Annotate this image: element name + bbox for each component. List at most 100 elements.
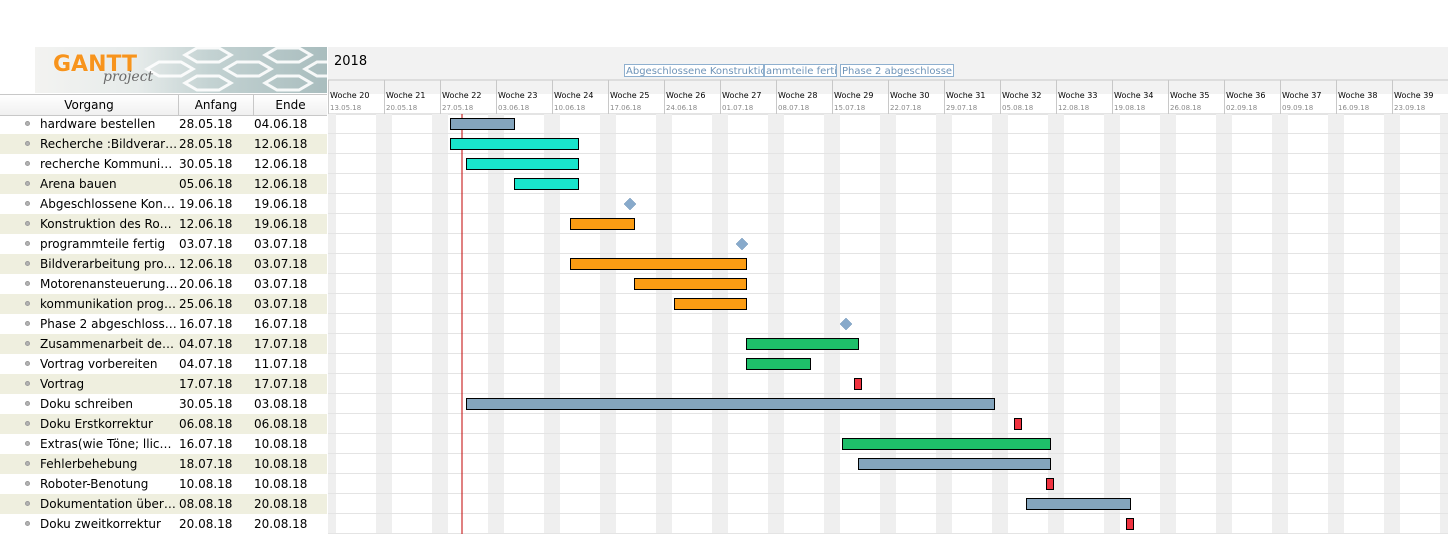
week-date: 05.08.18 bbox=[1002, 104, 1033, 112]
task-end: 20.08.18 bbox=[254, 517, 308, 531]
week-label: Woche 27 bbox=[722, 91, 761, 100]
task-bar[interactable] bbox=[450, 118, 515, 130]
task-name: Abgeschlossene Konstru... bbox=[40, 197, 178, 211]
task-bar[interactable] bbox=[570, 258, 747, 270]
task-row[interactable]: Extras(wie Töne; llichteff...16.07.18 10.… bbox=[0, 434, 327, 454]
task-end: 10.08.18 bbox=[254, 457, 308, 471]
task-bar[interactable] bbox=[746, 338, 859, 350]
task-bar[interactable] bbox=[746, 358, 811, 370]
task-end: 06.08.18 bbox=[254, 417, 308, 431]
weekend-column bbox=[1336, 114, 1344, 534]
task-bar[interactable] bbox=[854, 378, 862, 390]
weekend-column bbox=[1384, 114, 1392, 534]
milestone-diamond[interactable] bbox=[839, 317, 853, 331]
week-label: Woche 37 bbox=[1282, 91, 1321, 100]
task-row[interactable]: hardware bestellen 28.05.18 04.06.18 bbox=[0, 114, 327, 134]
task-bullet-icon bbox=[25, 421, 30, 426]
task-row[interactable]: Doku Erstkorrektur 06.08.18 06.08.18 bbox=[0, 414, 327, 434]
column-header-start[interactable]: Anfang bbox=[179, 95, 254, 115]
task-bullet-icon bbox=[25, 201, 30, 206]
task-row[interactable]: Zusammenarbeit der Ko...04.07.18 17.07.18 bbox=[0, 334, 327, 354]
task-bullet-icon bbox=[25, 401, 30, 406]
week-label: Woche 33 bbox=[1058, 91, 1097, 100]
task-row[interactable]: Vortrag 17.07.18 17.07.18 bbox=[0, 374, 327, 394]
week-date: 03.06.18 bbox=[498, 104, 529, 112]
task-row[interactable]: programmteile fertig 03.07.18 03.07.18 bbox=[0, 234, 327, 254]
week-date: 23.09.18 bbox=[1394, 104, 1425, 112]
task-name: programmteile fertig bbox=[40, 237, 166, 251]
weekend-column bbox=[664, 114, 672, 534]
task-start: 28.05.18 bbox=[179, 137, 233, 151]
task-row[interactable]: recherche Kommunikati...30.05.18 12.06.18 bbox=[0, 154, 327, 174]
task-row[interactable]: Fehlerbehebung 18.07.18 10.08.18 bbox=[0, 454, 327, 474]
week-label: Woche 31 bbox=[946, 91, 985, 100]
task-row[interactable]: Arena bauen 05.06.18 12.06.18 bbox=[0, 174, 327, 194]
task-name: kommunikation progra... bbox=[40, 297, 178, 311]
week-date: 08.07.18 bbox=[778, 104, 809, 112]
week-date: 02.09.18 bbox=[1226, 104, 1257, 112]
task-bar[interactable] bbox=[1026, 498, 1131, 510]
column-header-end[interactable]: Ende bbox=[254, 95, 327, 115]
task-name: Doku Erstkorrektur bbox=[40, 417, 153, 431]
task-row[interactable]: Bildverarbeitung progra...12.06.18 03.07.… bbox=[0, 254, 327, 274]
milestone-diamond[interactable] bbox=[735, 237, 749, 251]
task-end: 04.06.18 bbox=[254, 117, 308, 131]
weekend-column bbox=[880, 114, 888, 534]
ganttproject-logo: GANTT project bbox=[35, 47, 327, 93]
weekend-column bbox=[1280, 114, 1288, 534]
week-label: Woche 25 bbox=[610, 91, 649, 100]
weekend-column bbox=[888, 114, 896, 534]
task-bullet-icon bbox=[25, 521, 30, 526]
week-date: 01.07.18 bbox=[722, 104, 753, 112]
milestone-diamond[interactable] bbox=[623, 197, 637, 211]
week-date: 17.06.18 bbox=[610, 104, 641, 112]
week-date: 10.06.18 bbox=[554, 104, 585, 112]
task-bar[interactable] bbox=[570, 218, 635, 230]
weekend-column bbox=[992, 114, 1000, 534]
weekend-column bbox=[720, 114, 728, 534]
task-bar[interactable] bbox=[634, 278, 747, 290]
task-bar[interactable] bbox=[674, 298, 747, 310]
task-row[interactable]: Recherche :Bildverarbeit...28.05.18 12.06… bbox=[0, 134, 327, 154]
week-label: Woche 23 bbox=[498, 91, 537, 100]
task-row[interactable]: Doku zweitkorrektur 20.08.18 20.08.18 bbox=[0, 514, 327, 534]
task-bar[interactable] bbox=[858, 458, 1051, 470]
task-bullet-icon bbox=[25, 501, 30, 506]
column-header-task[interactable]: Vorgang bbox=[0, 95, 179, 115]
task-name: Phase 2 abgeschlossen bbox=[40, 317, 178, 331]
week-label: Woche 39 bbox=[1394, 91, 1433, 100]
task-end: 03.07.18 bbox=[254, 297, 308, 311]
task-start: 10.08.18 bbox=[179, 477, 233, 491]
task-bar[interactable] bbox=[514, 178, 579, 190]
task-row[interactable]: Vortrag vorbereiten 04.07.18 11.07.18 bbox=[0, 354, 327, 374]
task-row[interactable]: Phase 2 abgeschlossen 16.07.18 16.07.18 bbox=[0, 314, 327, 334]
weekend-column bbox=[1160, 114, 1168, 534]
weekend-column bbox=[608, 114, 616, 534]
weekend-column bbox=[1112, 114, 1120, 534]
task-row[interactable]: Roboter-Benotung 10.08.18 10.08.18 bbox=[0, 474, 327, 494]
task-row[interactable]: kommunikation progra... 25.06.18 03.07.18 bbox=[0, 294, 327, 314]
task-bar[interactable] bbox=[842, 438, 1051, 450]
week-label: Woche 34 bbox=[1114, 91, 1153, 100]
task-bar[interactable] bbox=[450, 138, 579, 150]
weekend-column bbox=[328, 114, 336, 534]
task-bar[interactable] bbox=[466, 158, 579, 170]
task-row[interactable]: Konstruktion des Roboter 12.06.18 19.06.18 bbox=[0, 214, 327, 234]
task-row[interactable]: Motorenansteuerung/Le...20.06.18 03.07.18 bbox=[0, 274, 327, 294]
task-end: 17.07.18 bbox=[254, 337, 308, 351]
task-bar[interactable] bbox=[1046, 478, 1054, 490]
task-bar[interactable] bbox=[466, 398, 995, 410]
week-date: 22.07.18 bbox=[890, 104, 921, 112]
task-name: Bildverarbeitung progra... bbox=[40, 257, 178, 271]
task-bar[interactable] bbox=[1126, 518, 1134, 530]
week-label: Woche 26 bbox=[666, 91, 705, 100]
task-row[interactable]: Doku schreiben 30.05.18 03.08.18 bbox=[0, 394, 327, 414]
task-end: 10.08.18 bbox=[254, 477, 308, 491]
task-bar[interactable] bbox=[1014, 418, 1022, 430]
task-row[interactable]: Dokumentation überarb...08.08.18 20.08.18 bbox=[0, 494, 327, 514]
task-start: 19.06.18 bbox=[179, 197, 233, 211]
task-row[interactable]: Abgeschlossene Konstru...19.06.1819.06.1… bbox=[0, 194, 327, 214]
gantt-chart[interactable]: Woche 20 13.05.18 Woche 21 20.05.18 Woche 22… bbox=[328, 47, 1448, 534]
task-start: 25.06.18 bbox=[179, 297, 233, 311]
task-end: 19.06.18 bbox=[254, 217, 308, 231]
